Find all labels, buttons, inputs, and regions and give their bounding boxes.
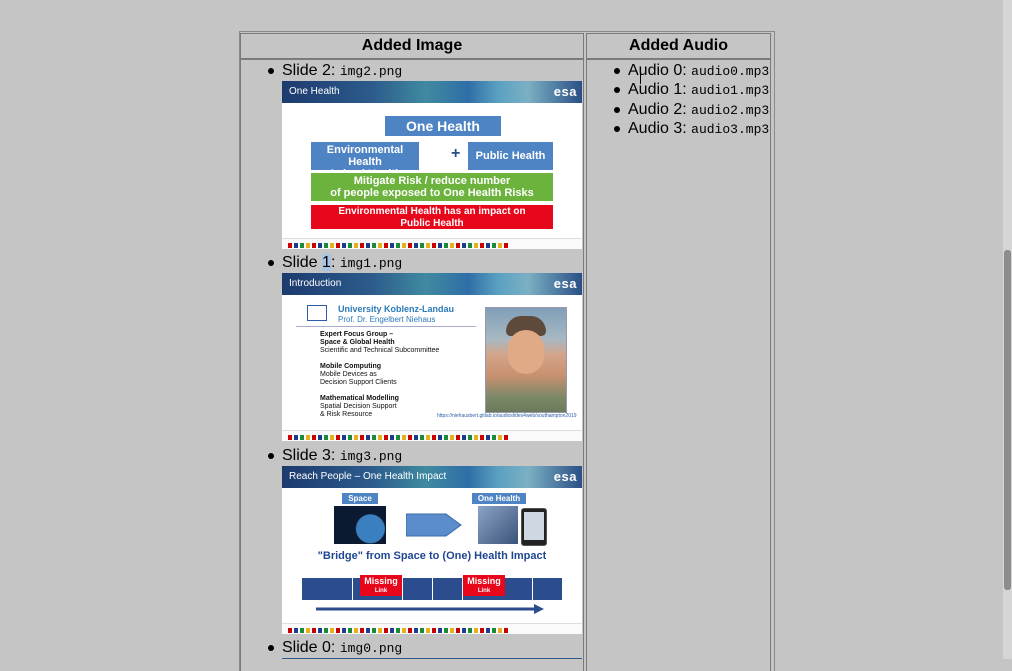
flags-strip — [288, 243, 508, 248]
missing-link-box: Missing Link — [360, 575, 402, 596]
flags-strip — [288, 628, 508, 633]
slide-banner: One Health esa — [282, 81, 582, 103]
esa-logo: esa — [553, 84, 577, 99]
slide-banner: Introduction esa — [282, 273, 582, 295]
professor-name: Prof. Dr. Engelbert Niehaus — [338, 315, 436, 324]
slide-item-label: Slide 1: img1.png — [282, 254, 403, 271]
list-bullet — [268, 68, 274, 74]
phone-image — [521, 508, 547, 546]
impact-box: Environmental Health has an impact on Pu… — [311, 205, 553, 229]
list-bullet — [614, 68, 620, 74]
esa-logo: esa — [553, 276, 577, 291]
long-arrow-icon — [316, 604, 544, 614]
flags-strip — [288, 435, 508, 440]
university-logo-icon — [307, 305, 327, 321]
mitigate-risk-box: Mitigate Risk / reduce number of people … — [311, 173, 553, 201]
group-3-title: Mathematical Modelling — [320, 395, 399, 402]
audio-item: Audio 0: audio0.mp3 — [628, 62, 770, 79]
scrollbar[interactable] — [1003, 0, 1012, 659]
audio-item: Audio 1: audio1.mp3 — [628, 81, 770, 98]
space-label: Space — [342, 493, 378, 504]
slide-item-label: Slide 0: img0.png — [282, 639, 403, 656]
list-bullet — [268, 260, 274, 266]
text-cursor-icon — [640, 70, 641, 84]
list-bullet — [268, 645, 274, 651]
group-1-text: Scientific and Technical Subcommittee — [320, 347, 440, 354]
slide-item-label: Slide 3: img3.png — [282, 447, 403, 464]
university-name: University Koblenz-Landau — [338, 304, 455, 314]
added-image-header: Added Image — [240, 33, 584, 59]
portrait-photo — [485, 307, 567, 413]
scrollbar-thumb[interactable] — [1004, 250, 1011, 590]
slide-footer — [282, 623, 582, 634]
arrow-right-icon — [406, 513, 462, 537]
slide-2-thumbnail[interactable]: One Health esa One Health Environmental … — [282, 81, 582, 249]
list-bullet — [614, 87, 620, 93]
slide-footer — [282, 430, 582, 441]
slide-item-label: Slide 2: img2.png — [282, 62, 403, 79]
audio-item: Audio 3: audio3.mp3 — [628, 120, 770, 137]
one-health-box: One Health — [385, 116, 501, 136]
satellite-earth-image — [334, 506, 386, 544]
text-selection: 1 — [322, 254, 331, 271]
slide-3-thumbnail[interactable]: Reach People – One Health Impact esa Spa… — [282, 466, 582, 634]
list-bullet — [614, 107, 620, 113]
list-bullet — [614, 126, 620, 132]
group-2-title: Mobile Computing — [320, 363, 382, 370]
audio-cell — [586, 59, 771, 671]
plus-sign: + — [451, 145, 461, 162]
esa-logo: esa — [553, 469, 577, 484]
slide-1-thumbnail[interactable]: Introduction esa University Koblenz-Land… — [282, 273, 582, 441]
bridge-title: "Bridge" from Space to (One) Health Impa… — [317, 550, 547, 562]
one-health-label: One Health — [472, 493, 526, 504]
public-health-box: Public Health — [468, 142, 553, 170]
health-care-image — [478, 506, 518, 544]
slide-banner: Reach People – One Health Impact esa — [282, 466, 582, 488]
group-1-title: Expert Focus Group – Space & Global Heal… — [320, 331, 395, 346]
list-bullet — [268, 453, 274, 459]
group-2-text: Mobile Devices as Decision Support Clien… — [320, 371, 397, 386]
divider — [296, 326, 476, 327]
audio-item: Audio 2: audio2.mp3 — [628, 101, 770, 118]
environmental-health-box: Environmental Health Animal Health — [311, 142, 419, 180]
missing-link-box: Missing Link — [463, 575, 505, 596]
added-audio-header: Added Audio — [586, 33, 771, 59]
url-link[interactable]: https://niehausbert.gitlab.io/audioslide… — [437, 413, 577, 419]
slide-footer — [282, 238, 582, 249]
